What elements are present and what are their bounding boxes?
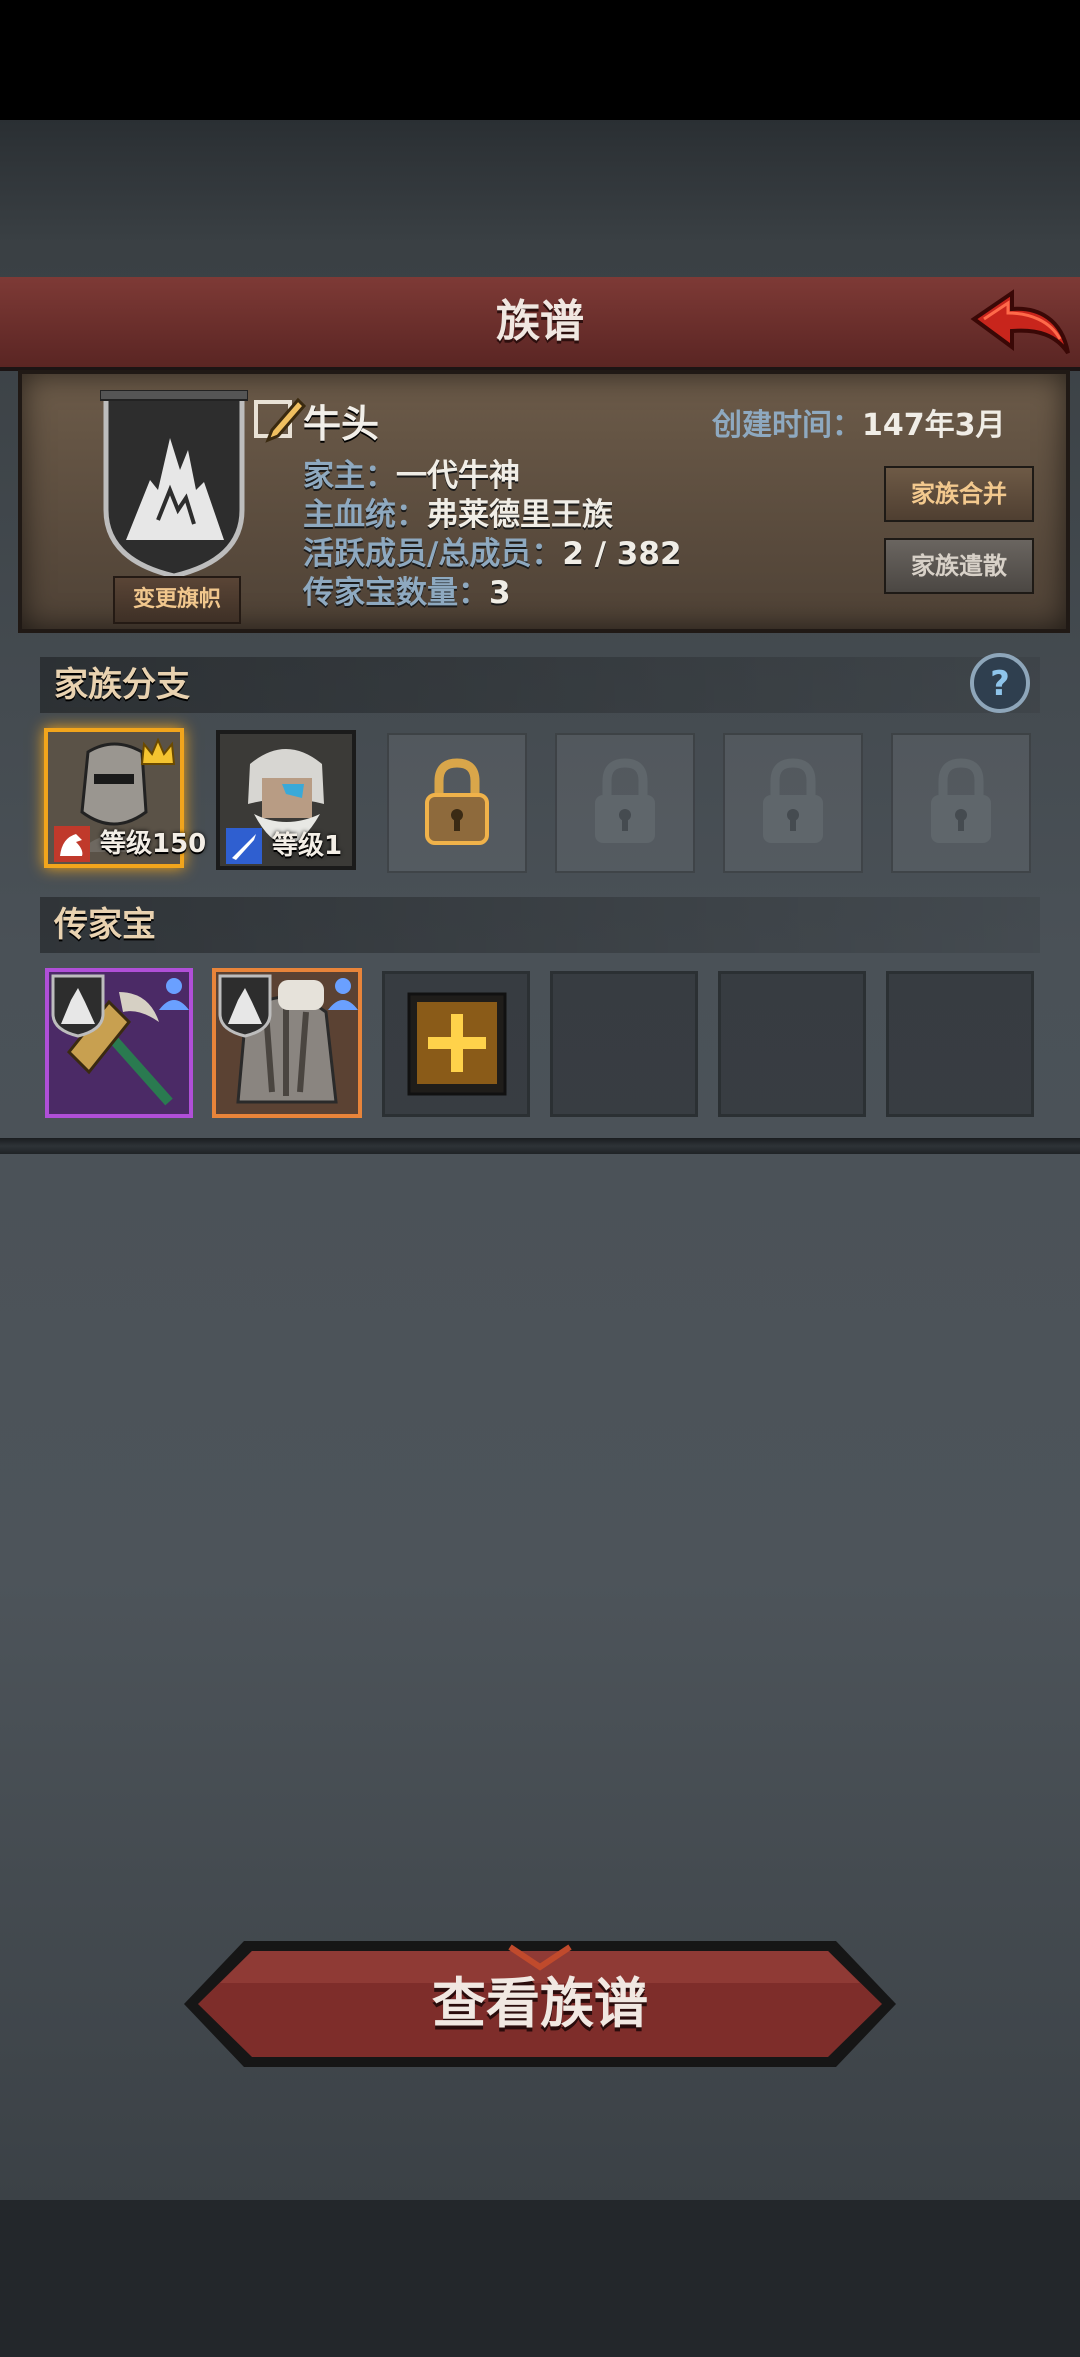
branch-member-1[interactable]: 等级150 xyxy=(44,728,206,868)
family-banner-badge-icon xyxy=(218,974,272,1038)
disband-family-button[interactable]: 家族遣散 xyxy=(884,538,1034,594)
person-icon xyxy=(328,978,358,1010)
plus-icon xyxy=(407,992,507,1096)
lock-icon xyxy=(595,758,655,843)
heirlooms-section-header: 传家宝 xyxy=(40,897,1040,953)
change-flag-button[interactable]: 变更旗帜 xyxy=(113,576,241,624)
bottom-bar xyxy=(0,2200,1080,2357)
edit-name-icon[interactable] xyxy=(250,392,306,448)
branch-slot-unlockable[interactable] xyxy=(387,733,527,873)
lock-icon xyxy=(763,758,823,843)
title-bar: 族谱 xyxy=(0,277,1080,371)
view-family-tree-button[interactable]: 查看族谱 xyxy=(180,1937,900,2071)
heirloom-add-slot[interactable] xyxy=(382,971,530,1117)
family-banner[interactable] xyxy=(100,390,248,580)
family-name: 牛头 xyxy=(303,402,380,446)
lock-icon xyxy=(425,758,489,845)
heirloom-item-1[interactable] xyxy=(45,968,193,1118)
screen: 族谱 变更旗帜 牛头 创建时间：147年3月 家主：一代牛神 主血统：弗莱德里王… xyxy=(0,0,1080,2357)
sword-class-icon xyxy=(226,828,262,864)
heirloom-count-value: 3 xyxy=(489,575,511,611)
created-value: 147年3月 xyxy=(862,408,1006,443)
branches-section-header: 家族分支 xyxy=(40,657,1040,713)
beast-class-icon xyxy=(54,826,90,862)
lock-icon xyxy=(931,758,991,843)
branches-title: 家族分支 xyxy=(54,665,190,705)
heirloom-count-label: 传家宝数量： xyxy=(303,575,489,611)
back-arrow-icon[interactable] xyxy=(966,285,1074,361)
member-level: 等级1 xyxy=(272,831,343,861)
heirloom-empty-slot xyxy=(718,971,866,1117)
help-icon[interactable]: ? xyxy=(968,651,1032,715)
member-level: 等级150 xyxy=(100,829,207,859)
branch-slot-locked xyxy=(723,733,863,873)
page-title: 族谱 xyxy=(496,296,584,347)
created-label: 创建时间： xyxy=(712,408,862,443)
heirlooms-title: 传家宝 xyxy=(54,905,156,945)
members-value: 2 / 382 xyxy=(562,536,682,572)
heirloom-empty-slot xyxy=(550,971,698,1117)
status-bar xyxy=(0,0,1080,120)
branch-member-2[interactable]: 等级1 xyxy=(216,730,356,870)
merge-family-button[interactable]: 家族合并 xyxy=(884,466,1034,522)
branch-slot-locked xyxy=(891,733,1031,873)
heirloom-empty-slot xyxy=(886,971,1034,1117)
divider xyxy=(0,1138,1080,1154)
heirloom-count-row: 传家宝数量：3 xyxy=(303,567,511,612)
person-icon xyxy=(159,978,189,1010)
family-banner-badge-icon xyxy=(51,974,105,1038)
heirloom-item-2[interactable] xyxy=(212,968,362,1118)
svg-text:?: ? xyxy=(990,664,1010,704)
branch-slot-locked xyxy=(555,733,695,873)
created-time: 创建时间：147年3月 xyxy=(712,400,1006,444)
crown-icon xyxy=(140,738,176,765)
